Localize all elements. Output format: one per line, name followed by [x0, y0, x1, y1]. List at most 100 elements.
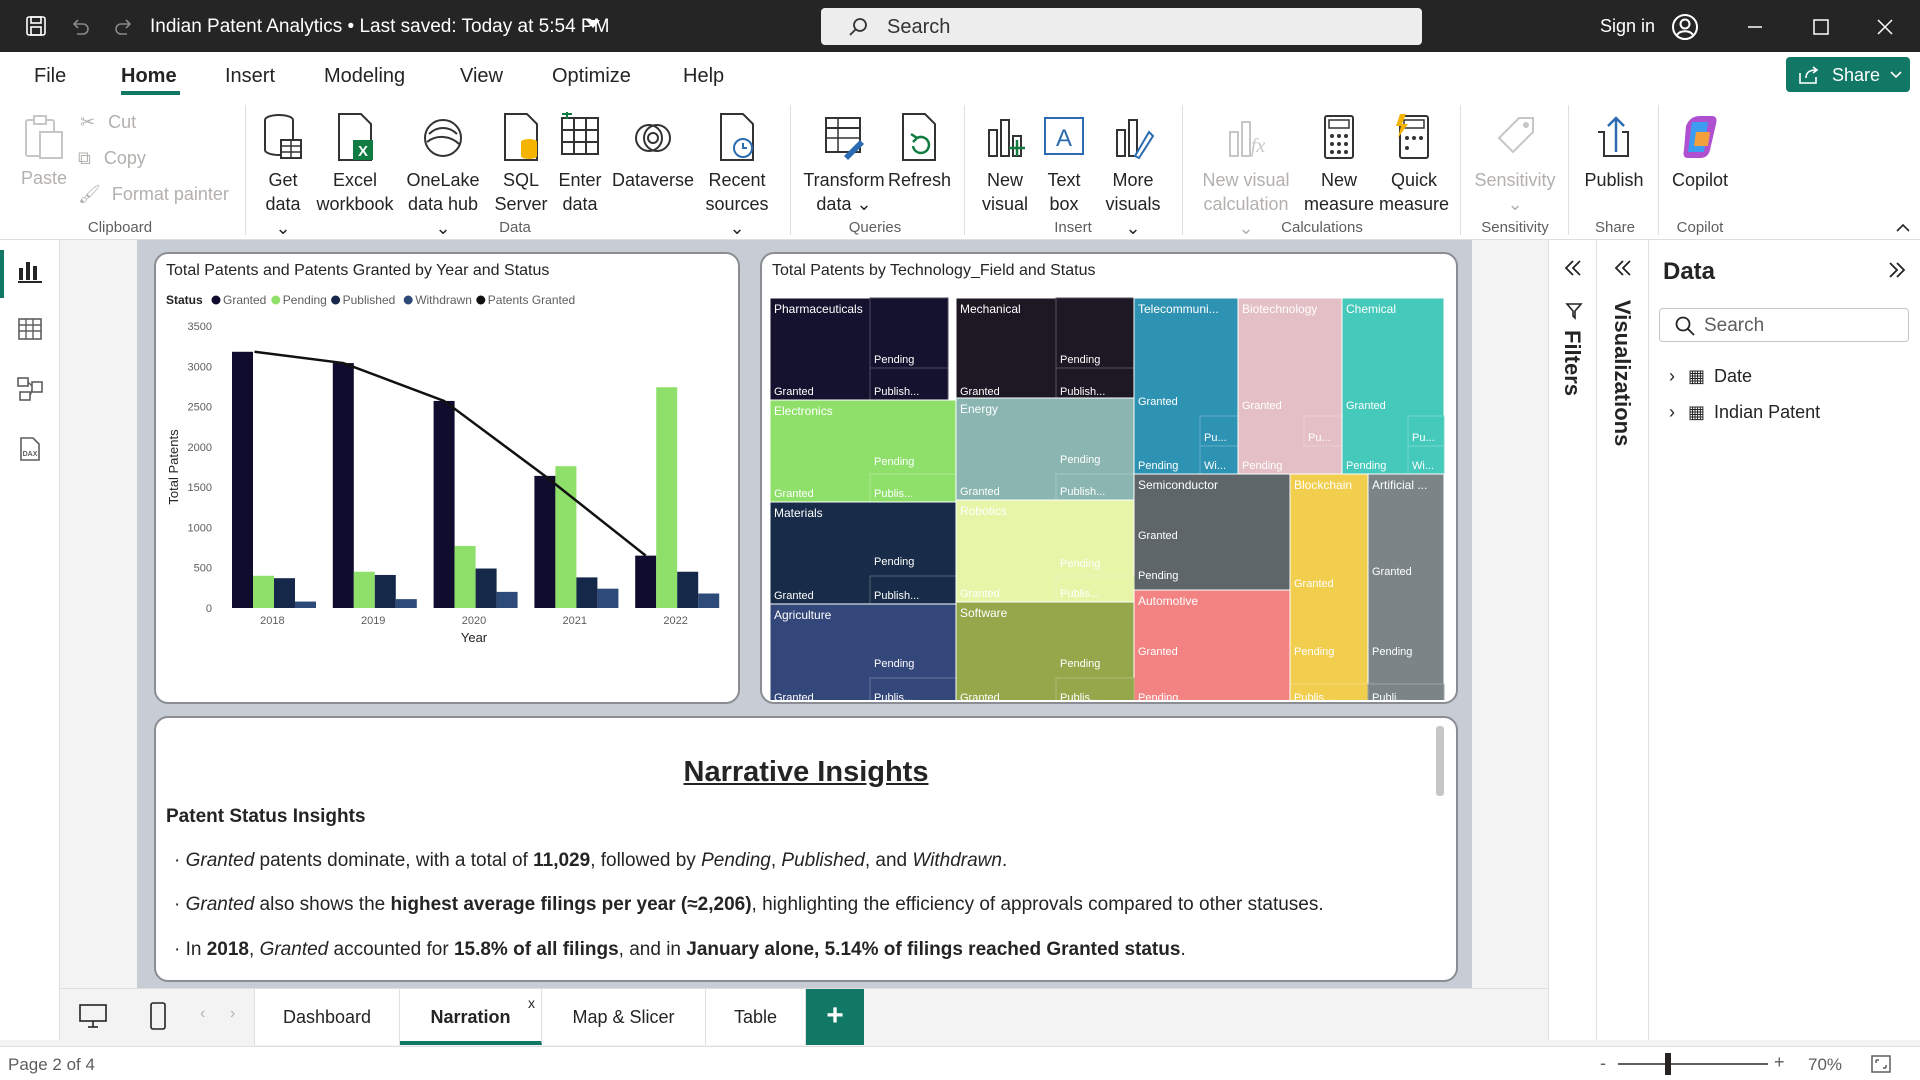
sql-server-icon — [499, 112, 543, 164]
bar-withdrawn — [295, 602, 316, 608]
treemap-group-label: Semiconductor — [1138, 478, 1218, 492]
bar-withdrawn — [396, 599, 417, 608]
treemap-sub-label: Pending — [1060, 454, 1100, 466]
account-icon[interactable] — [1670, 12, 1700, 42]
mobile-layout-icon[interactable] — [148, 1001, 168, 1031]
table-view-icon[interactable] — [17, 316, 43, 342]
paste-label: Paste — [21, 168, 67, 188]
share-button[interactable]: Share — [1786, 57, 1910, 92]
ribbon-separator — [1658, 105, 1659, 235]
enter-data-button[interactable]: Enter data — [556, 112, 604, 216]
tab-view[interactable]: View — [460, 65, 503, 88]
narrative-text-run: , — [249, 939, 260, 960]
chevron-down-icon: ⌄ — [1507, 194, 1522, 214]
sensitivity-group-label: Sensitivity — [1470, 219, 1560, 236]
x-tick-label: 2019 — [361, 615, 385, 627]
maximize-icon[interactable] — [1806, 12, 1836, 42]
page-tab-dashboard[interactable]: Dashboard — [254, 989, 400, 1045]
treemap-sub-label: Pending — [874, 658, 914, 670]
redo-icon[interactable] — [112, 14, 136, 38]
legend-item: Published — [343, 293, 396, 307]
bar-chart-card[interactable]: Total Patents and Patents Granted by Yea… — [154, 252, 740, 704]
collapse-chevrons-left-icon[interactable] — [1563, 258, 1583, 278]
filters-pane[interactable]: Filters — [1548, 240, 1596, 1040]
treemap-sub-label: Granted — [774, 590, 814, 602]
cut-button[interactable]: ✂ Cut — [80, 112, 136, 133]
expand-chevrons-right-icon[interactable] — [1887, 260, 1907, 280]
visualizations-pane[interactable]: Visualizations — [1596, 240, 1648, 1040]
sensitivity-button[interactable]: Sensitivity ⌄ — [1470, 112, 1560, 216]
paste-button[interactable]: Paste — [18, 112, 70, 190]
data-search-input[interactable]: Search — [1659, 308, 1909, 342]
sql-server-button[interactable]: SQL Server — [494, 112, 548, 216]
excel-workbook-button[interactable]: X Excel workbook — [312, 112, 398, 216]
sign-in-link[interactable]: Sign in — [1600, 16, 1655, 37]
copy-button[interactable]: ⧉ Copy — [78, 148, 146, 169]
copilot-button[interactable]: Copilot — [1666, 112, 1734, 192]
format-painter-button[interactable]: 🖌 Format painter — [78, 184, 229, 205]
dataverse-button[interactable]: Dataverse — [612, 112, 694, 192]
tab-help[interactable]: Help — [683, 65, 724, 88]
tree-item-indian-patent[interactable]: › ▦ Indian Patent — [1669, 402, 1820, 423]
tab-modeling[interactable]: Modeling — [324, 65, 405, 88]
tab-home[interactable]: Home — [121, 65, 177, 88]
tab-insert[interactable]: Insert — [225, 65, 275, 88]
global-search-input[interactable]: Search — [821, 8, 1422, 45]
collapse-ribbon-chevron-up-icon[interactable] — [1896, 220, 1910, 238]
legend-item: Granted — [223, 293, 266, 307]
page-tab-narration[interactable]: Narration x — [400, 989, 542, 1045]
new-measure-label-2: measure — [1304, 194, 1374, 214]
new-visual-button[interactable]: New visual — [978, 112, 1032, 216]
title-dropdown-chevron-icon[interactable] — [586, 20, 600, 28]
report-view-icon[interactable] — [17, 258, 43, 284]
narrative-scrollbar[interactable] — [1436, 726, 1444, 796]
calendar-table-icon: ▦ — [1688, 366, 1705, 386]
minimize-icon[interactable] — [1740, 12, 1770, 42]
recent-sources-button[interactable]: Recent sources ⌄ — [698, 112, 776, 240]
dax-query-view-icon[interactable]: DAX — [17, 436, 43, 462]
bar-granted — [232, 352, 253, 608]
view-switcher-rail: DAX — [0, 240, 60, 1040]
tab-file[interactable]: File — [34, 65, 66, 88]
transform-data-button[interactable]: Transform data ⌄ — [800, 112, 888, 216]
zoom-out-button[interactable]: - — [1600, 1053, 1606, 1074]
close-tab-icon[interactable]: x — [528, 975, 535, 1031]
new-measure-button[interactable]: New measure — [1302, 112, 1376, 216]
text-box-button[interactable]: A Text box — [1038, 112, 1090, 216]
transform-label: Transform — [803, 170, 884, 190]
add-page-button[interactable]: + — [806, 989, 864, 1045]
tree-item-date[interactable]: › ▦ Date — [1669, 366, 1752, 387]
scroll-right-chevron-icon[interactable]: › — [230, 1005, 235, 1023]
tab-optimize[interactable]: Optimize — [552, 65, 631, 88]
desktop-layout-icon[interactable] — [78, 1003, 108, 1029]
undo-icon[interactable] — [68, 14, 92, 38]
treemap-sub-label: Granted — [960, 588, 1000, 600]
onelake-label: OneLake — [406, 170, 479, 190]
treemap-group-label: Mechanical — [960, 302, 1021, 316]
zoom-in-button[interactable]: + — [1774, 1052, 1785, 1073]
fit-to-page-icon[interactable] — [1870, 1054, 1892, 1074]
get-data-button[interactable]: Get data ⌄ — [258, 112, 308, 240]
zoom-slider-thumb[interactable] — [1665, 1053, 1671, 1075]
collapse-chevrons-left-icon[interactable] — [1613, 258, 1633, 278]
ribbon-separator — [790, 105, 791, 235]
y-tick-label: 1000 — [188, 522, 212, 534]
publish-button[interactable]: Publish — [1578, 112, 1650, 192]
treemap-chart[interactable]: PharmaceuticalsGrantedPendingPublish...M… — [762, 290, 1456, 700]
format-painter-label: Format painter — [112, 184, 229, 204]
treemap-sub-label: Pending — [1060, 354, 1100, 366]
page-tab-map-slicer[interactable]: Map & Slicer — [542, 989, 706, 1045]
scroll-left-chevron-icon[interactable]: ‹ — [200, 1005, 205, 1023]
model-view-icon[interactable] — [17, 376, 43, 402]
save-icon[interactable] — [24, 14, 48, 38]
copilot-group-label: Copilot — [1666, 219, 1734, 236]
page-tab-table[interactable]: Table — [706, 989, 806, 1045]
treemap-card[interactable]: Total Patents by Technology_Field and St… — [760, 252, 1458, 704]
quick-measure-button[interactable]: Quick measure — [1376, 112, 1452, 216]
close-icon[interactable] — [1870, 12, 1900, 42]
narrative-text-run: 11,029 — [533, 850, 590, 871]
refresh-button[interactable]: Refresh — [888, 112, 950, 192]
zoom-slider[interactable] — [1618, 1063, 1768, 1065]
data-group-label: Data — [470, 219, 560, 236]
bar-chart[interactable]: StatusGrantedPendingPublishedWithdrawnPa… — [156, 290, 738, 700]
